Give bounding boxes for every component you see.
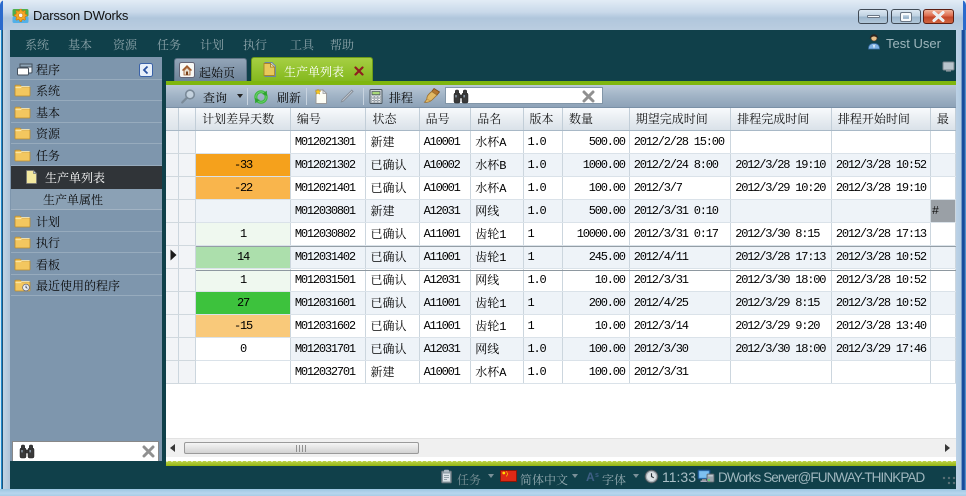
svg-text:A: A [586,470,595,483]
svg-text:s: s [595,472,599,479]
